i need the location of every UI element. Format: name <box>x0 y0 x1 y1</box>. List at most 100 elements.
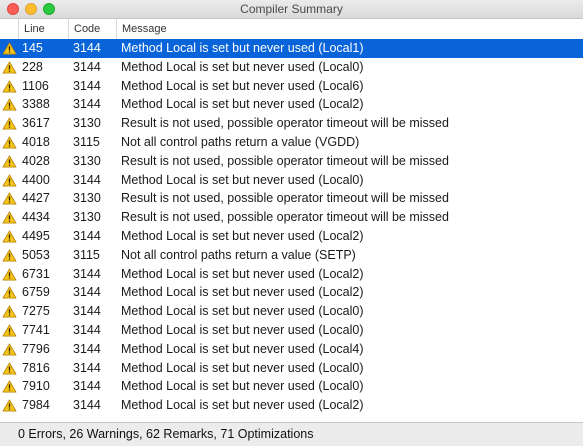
row-message: Method Local is set but never used (Loca… <box>121 41 364 55</box>
row-code: 3130 <box>73 191 101 206</box>
row-code: 3144 <box>73 172 101 187</box>
warning-icon <box>2 380 17 393</box>
warning-icon <box>2 399 17 412</box>
warning-icon <box>2 61 17 74</box>
table-row[interactable]: 3388 3144 Method Local is set but never us… <box>0 95 583 114</box>
row-message: Method Local is set but never used (Loca… <box>121 379 364 394</box>
column-header-message[interactable]: Message <box>116 19 583 39</box>
window-title: Compiler Summary <box>240 2 343 16</box>
table-row[interactable]: 7741 3144 Method Local is set but never us… <box>0 321 583 340</box>
warning-icon <box>2 136 17 149</box>
warning-icon <box>2 362 17 375</box>
row-message: Result is not used, possible operator ti… <box>121 153 449 168</box>
title-bar[interactable]: Compiler Summary <box>0 0 583 19</box>
row-line: 7275 <box>22 304 50 319</box>
warning-icon <box>2 42 17 55</box>
warning-icon <box>2 268 17 281</box>
row-message: Not all control paths return a value (VG… <box>121 134 360 149</box>
table-header: Line Code Message <box>0 19 583 40</box>
table-row[interactable]: 4427 3130 Result is not used, possible ope… <box>0 189 583 208</box>
warning-icon <box>2 117 17 130</box>
warning-icon <box>2 230 17 243</box>
table-row[interactable]: 4400 3144 Method Local is set but never us… <box>0 171 583 190</box>
status-summary: 0 Errors, 26 Warnings, 62 Remarks, 71 Op… <box>18 427 314 441</box>
table-row[interactable]: 228 3144 Method Local is set but never use… <box>0 58 583 77</box>
table-row[interactable]: 6731 3144 Method Local is set but never us… <box>0 265 583 284</box>
column-header-code[interactable]: Code <box>68 19 116 39</box>
row-line: 5053 <box>22 247 50 262</box>
row-line: 7984 <box>22 398 50 413</box>
row-message: Method Local is set but never used (Loca… <box>121 266 364 281</box>
warning-icon <box>2 286 17 299</box>
row-line: 7910 <box>22 379 50 394</box>
table-row[interactable]: 7816 3144 Method Local is set but never us… <box>0 359 583 378</box>
row-message: Method Local is set but never used (Loca… <box>121 360 364 375</box>
table-row[interactable]: 4434 3130 Result is not used, possible ope… <box>0 208 583 227</box>
column-header-icon[interactable] <box>0 19 18 39</box>
row-line: 3617 <box>22 116 50 131</box>
row-line: 4427 <box>22 191 50 206</box>
row-code: 3144 <box>73 41 101 55</box>
table-row[interactable]: 4495 3144 Method Local is set but never us… <box>0 227 583 246</box>
row-code: 3115 <box>73 247 100 262</box>
row-message: Method Local is set but never used (Loca… <box>121 228 364 243</box>
row-message: Method Local is set but never used (Loca… <box>121 172 364 187</box>
row-code: 3144 <box>73 285 101 300</box>
table-row[interactable]: 7984 3144 Method Local is set but never us… <box>0 396 583 415</box>
row-message: Method Local is set but never used (Loca… <box>121 304 364 319</box>
row-message: Result is not used, possible operator ti… <box>121 191 449 206</box>
row-message: Method Local is set but never used (Loca… <box>121 78 364 93</box>
table-row[interactable]: 3617 3130 Result is not used, possible ope… <box>0 114 583 133</box>
row-code: 3144 <box>73 360 101 375</box>
row-line: 4018 <box>22 134 50 149</box>
row-code: 3130 <box>73 210 101 225</box>
row-code: 3144 <box>73 78 101 93</box>
row-message: Not all control paths return a value (SE… <box>121 247 356 262</box>
row-message: Method Local is set but never used (Loca… <box>121 341 364 356</box>
row-code: 3130 <box>73 153 101 168</box>
warning-icon <box>2 343 17 356</box>
row-line: 3388 <box>22 97 50 112</box>
row-line: 7741 <box>22 322 50 337</box>
column-header-line[interactable]: Line <box>18 19 68 39</box>
row-line: 6731 <box>22 266 50 281</box>
row-message: Method Local is set but never used (Loca… <box>121 59 364 74</box>
row-code: 3144 <box>73 398 101 413</box>
table-row[interactable]: 1106 3144 Method Local is set but never us… <box>0 77 583 96</box>
row-line: 1106 <box>22 78 49 93</box>
row-line: 7816 <box>22 360 50 375</box>
row-line: 7796 <box>22 341 50 356</box>
warning-icon <box>2 80 17 93</box>
row-line: 228 <box>22 59 43 74</box>
table-row[interactable]: 7796 3144 Method Local is set but never us… <box>0 340 583 359</box>
table-row[interactable]: 5053 3115 Not all control paths return a v… <box>0 246 583 265</box>
row-code: 3130 <box>73 116 101 131</box>
table-row[interactable]: 7910 3144 Method Local is set but never us… <box>0 377 583 396</box>
row-code: 3144 <box>73 304 101 319</box>
table-row[interactable]: 4028 3130 Result is not used, possible ope… <box>0 152 583 171</box>
row-code: 3115 <box>73 134 100 149</box>
row-code: 3144 <box>73 266 101 281</box>
warning-icon <box>2 305 17 318</box>
row-line: 145 <box>22 41 43 55</box>
row-line: 4028 <box>22 153 50 168</box>
warning-icon <box>2 249 17 262</box>
warning-icon <box>2 324 17 337</box>
table-row[interactable]: 6759 3144 Method Local is set but never us… <box>0 283 583 302</box>
row-line: 4495 <box>22 228 50 243</box>
compiler-summary-window: Compiler Summary Line Code Message 145 31… <box>0 0 583 446</box>
row-line: 4434 <box>22 210 50 225</box>
table-row[interactable]: 7275 3144 Method Local is set but never us… <box>0 302 583 321</box>
table-row[interactable]: 4018 3115 Not all control paths return a v… <box>0 133 583 152</box>
table-row[interactable]: 145 3144 Method Local is set but never use… <box>0 39 583 58</box>
row-message: Method Local is set but never used (Loca… <box>121 97 364 112</box>
row-line: 4400 <box>22 172 50 187</box>
row-message: Method Local is set but never used (Loca… <box>121 322 364 337</box>
warning-icon <box>2 192 17 205</box>
row-code: 3144 <box>73 322 101 337</box>
row-code: 3144 <box>73 341 101 356</box>
row-message: Result is not used, possible operator ti… <box>121 210 449 225</box>
warning-icon <box>2 98 17 111</box>
row-code: 3144 <box>73 228 101 243</box>
row-code: 3144 <box>73 379 101 394</box>
